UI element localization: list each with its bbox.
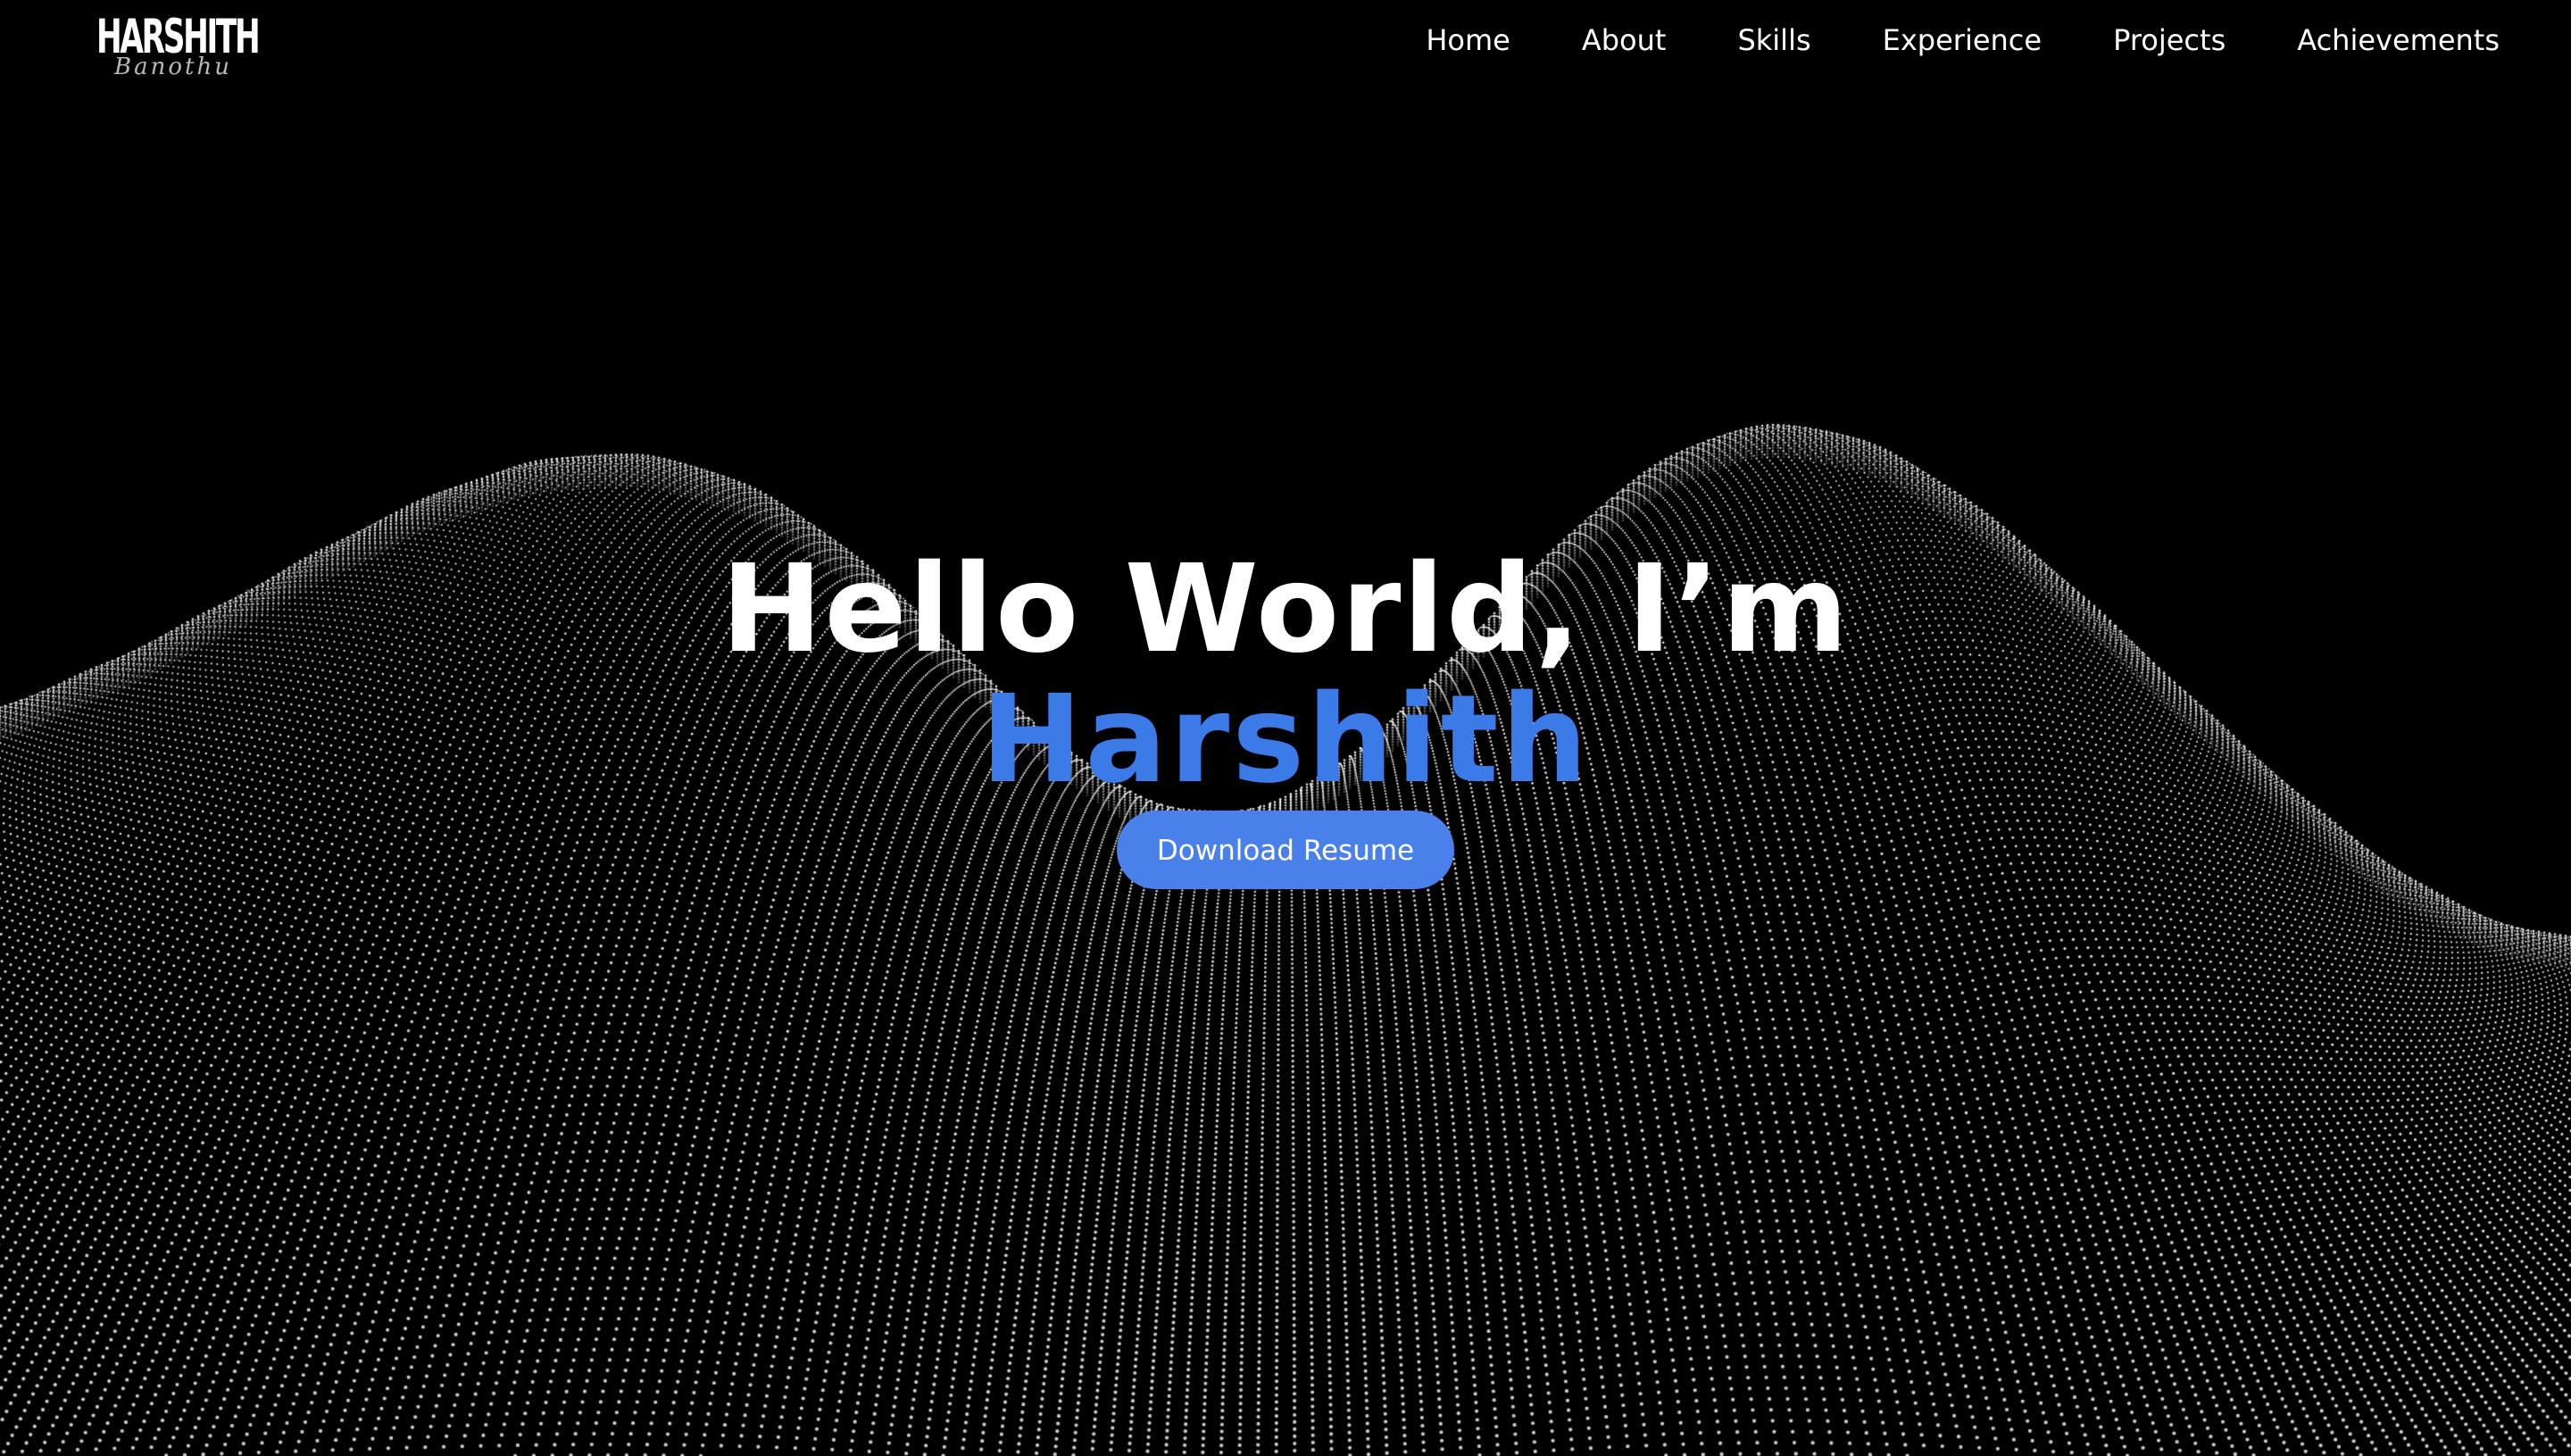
nav-link-experience[interactable]: Experience <box>1883 21 2042 59</box>
hero-greeting: Hello World, I’m <box>720 539 1851 680</box>
nav-link-projects[interactable]: Projects <box>2113 21 2226 59</box>
nav-link-skills[interactable]: Skills <box>1737 21 1810 59</box>
top-navigation-bar: HARSHITH Banothu Home About Skills Exper… <box>0 0 2571 82</box>
site-logo[interactable]: HARSHITH Banothu <box>96 13 261 80</box>
hero-section: Hello World, I’m Harshith Download Resum… <box>0 545 2571 889</box>
nav-link-home[interactable]: Home <box>1426 21 1510 59</box>
nav-link-about[interactable]: About <box>1582 21 1667 59</box>
nav-link-achievements[interactable]: Achievements <box>2297 21 2500 59</box>
hero-name: Harshith <box>980 670 1591 811</box>
download-resume-button[interactable]: Download Resume <box>1117 811 1454 889</box>
main-nav: Home About Skills Experience Projects Ac… <box>1426 21 2500 59</box>
logo-signature: Banothu <box>114 54 232 80</box>
